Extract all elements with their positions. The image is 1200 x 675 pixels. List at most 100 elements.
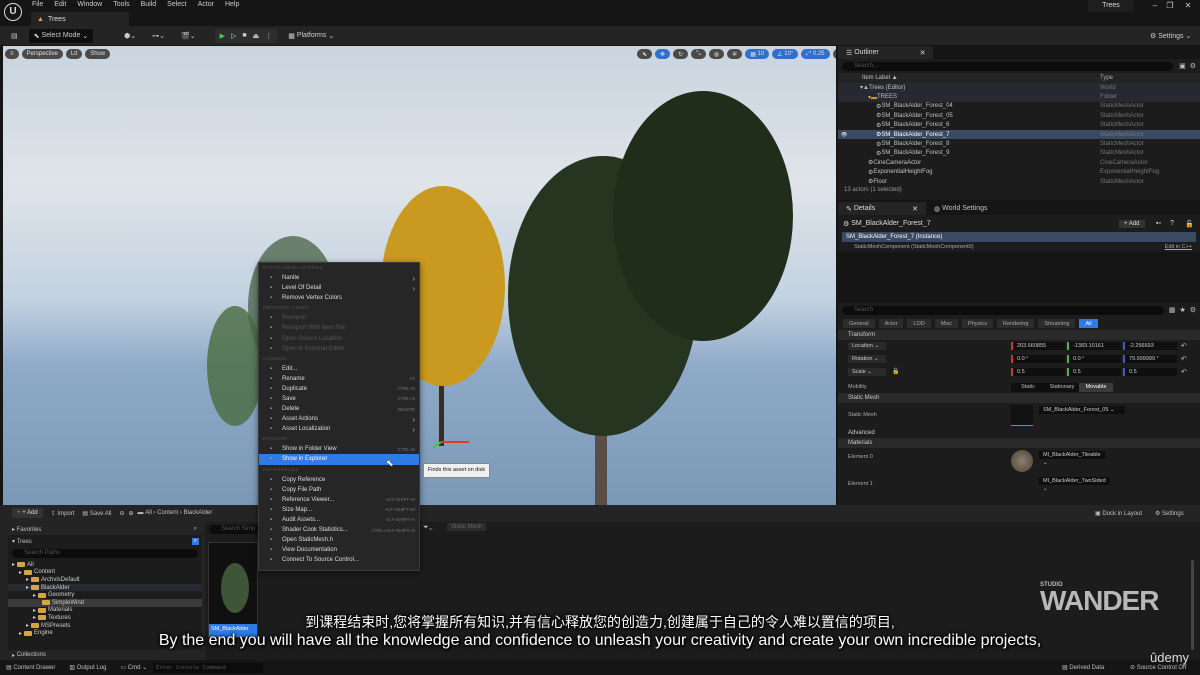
tab-details[interactable]: ✎ Details ✕: [838, 202, 927, 215]
menu-tools[interactable]: Tools: [113, 1, 129, 8]
material-picker-1[interactable]: MI_BlackAlder_TwoSided ⌄: [1039, 477, 1110, 492]
expand-arrow-icon[interactable]: ▸: [26, 584, 29, 591]
menu-item-save[interactable]: ▪ Save CTRL+S: [259, 394, 419, 404]
output-log-button[interactable]: ▥ Output Log: [69, 664, 106, 671]
world-local-icon[interactable]: ◍: [708, 49, 725, 59]
tab-outliner[interactable]: ☰ Outliner ✕: [838, 46, 934, 59]
menu-item-edit[interactable]: ▪ Edit...: [259, 364, 419, 374]
console-input[interactable]: Enter Console Command: [153, 662, 264, 673]
visibility-eye-icon[interactable]: 👁: [841, 132, 847, 138]
static-mesh-thumbnail[interactable]: [1011, 405, 1033, 426]
source-control-button[interactable]: ⊘ Source Control Off: [1130, 664, 1186, 671]
category-streaming[interactable]: Streaming: [1038, 319, 1076, 328]
content-drawer-button[interactable]: ▤ Content Drawer: [6, 664, 55, 671]
rotation-dropdown[interactable]: Rotation ⌄: [848, 355, 886, 363]
menu-item-rename[interactable]: ▪ Rename F2: [259, 374, 419, 384]
location-x-field[interactable]: 203.660855: [1011, 342, 1065, 350]
viewport-menu-button[interactable]: ≡: [5, 49, 19, 59]
favorites-section[interactable]: ▸ Favorites ⌕: [8, 524, 202, 535]
static-mesh-picker[interactable]: SM_BlackAlder_Forest_05 ⌄: [1039, 406, 1125, 414]
menu-item-copy-file-path[interactable]: ▪ Copy File Path: [259, 485, 419, 495]
forward-icon[interactable]: ⊕: [128, 510, 133, 517]
settings-icon[interactable]: ⚙: [1190, 306, 1196, 314]
folder-tree-item[interactable]: SimpleWind: [8, 598, 202, 607]
category-misc[interactable]: Misc: [934, 319, 959, 328]
angle-snap-button[interactable]: ∠ 10°: [772, 49, 799, 59]
menu-item-remove-vertex-colors[interactable]: ▪ Remove Vertex Colors: [259, 293, 419, 303]
menu-window[interactable]: Window: [77, 1, 102, 8]
search-icon[interactable]: ⌕: [194, 526, 197, 533]
add-folder-icon[interactable]: ▣: [1179, 62, 1186, 70]
col-item-label[interactable]: Item Label ▲: [862, 75, 898, 81]
category-physics[interactable]: Physics: [962, 319, 993, 328]
eject-icon[interactable]: ⏏: [253, 32, 260, 40]
save-all-button[interactable]: ▤ Save All: [82, 510, 111, 517]
select-mode-dropdown[interactable]: ⬉ Select Mode ⌄: [28, 28, 94, 43]
folder-tree-item[interactable]: ▸ ArchvisDefault: [8, 576, 202, 584]
component-instance[interactable]: SM_BlackAlder_Forest_7 (Instance): [842, 232, 1196, 242]
platforms-dropdown[interactable]: ▦ Platforms ⌄: [283, 29, 339, 43]
add-actor-icon[interactable]: ⬢⌄: [119, 29, 141, 43]
grid-snap-button[interactable]: ▦ 10: [745, 49, 770, 59]
mobility-movable[interactable]: Movable: [1079, 383, 1113, 392]
menu-build[interactable]: Build: [141, 1, 157, 8]
mobility-static[interactable]: Static: [1011, 383, 1045, 392]
translate-tool-icon[interactable]: ✥: [655, 49, 671, 59]
location-dropdown[interactable]: Location ⌄: [848, 342, 886, 350]
section-advanced[interactable]: Advanced: [838, 428, 1200, 438]
scale-y-field[interactable]: 0.5: [1067, 368, 1121, 376]
more-icon[interactable]: ⋮: [265, 32, 272, 40]
outliner-row[interactable]: ▾▲ Trees (Editor) World: [838, 83, 1200, 93]
menu-item-asset-localization[interactable]: ▪ Asset Localization ›: [259, 424, 419, 434]
outliner-row[interactable]: ⚙ SM_BlackAlder_Forest_6 StaticMeshActor: [838, 121, 1200, 130]
search-paths-input[interactable]: Search Paths: [12, 549, 198, 558]
cmd-dropdown[interactable]: ▭ Cmd ⌄: [120, 664, 147, 671]
blueprint-icon[interactable]: ▪▫: [1156, 220, 1161, 227]
settings-button[interactable]: ⚙ Settings: [1155, 510, 1184, 517]
menu-help[interactable]: Help: [225, 1, 239, 8]
category-all[interactable]: All: [1079, 319, 1098, 328]
scale-dropdown[interactable]: Scale ⌄: [848, 368, 886, 376]
outliner-row[interactable]: ⚙ Floor StaticMeshActor: [838, 177, 1200, 186]
menu-item-delete[interactable]: ▪ Delete DELETE: [259, 404, 419, 414]
search-icon[interactable]: ⌕: [191, 538, 199, 545]
category-rendering[interactable]: Rendering: [997, 319, 1035, 328]
grid-view-icon[interactable]: ▦: [1169, 306, 1176, 314]
close-button[interactable]: ✕: [1181, 1, 1195, 13]
menu-item-connect-to-source-control[interactable]: ▪ Connect To Source Control...: [259, 555, 419, 565]
menu-item-audit-assets[interactable]: ▪ Audit Assets... ALT+SHIFT+A: [259, 515, 419, 525]
folder-tree-item[interactable]: ▸ Geometry: [8, 591, 202, 599]
expand-arrow-icon[interactable]: ▸: [33, 592, 36, 599]
menu-item-shader-cook-statistics[interactable]: ▪ Shader Cook Statistics... CTRL+ALT+SHIFT…: [259, 525, 419, 535]
menu-select[interactable]: Select: [167, 1, 186, 8]
outliner-row[interactable]: ⚙ SM_BlackAlder_Forest_04 StaticMeshActor: [838, 102, 1200, 111]
breadcrumb-blackalder[interactable]: BlackAlder: [184, 510, 213, 516]
menu-item-open-staticmesh-h[interactable]: ▪ Open StaticMesh.h: [259, 535, 419, 545]
lock-icon[interactable]: 🔓: [892, 368, 899, 375]
material-thumbnail[interactable]: [1011, 450, 1033, 472]
menu-item-view-documentation[interactable]: ▪ View Documentation: [259, 545, 419, 555]
menu-item-nanite[interactable]: ▪ Nanite ›: [259, 273, 419, 283]
import-button[interactable]: ⇪ Import: [51, 510, 75, 517]
menu-item-reference-viewer[interactable]: ▪ Reference Viewer... ALT+SHIFT+R: [259, 495, 419, 505]
menu-item-show-in-folder-view[interactable]: ▪ Show in Folder View CTRL+B: [259, 444, 419, 454]
material-picker-0[interactable]: MI_BlackAlder_Tileable ⌄: [1039, 451, 1105, 466]
dock-in-layout-button[interactable]: ▣ Dock in Layout: [1095, 510, 1142, 517]
section-materials[interactable]: Materials: [838, 438, 1200, 448]
minimize-button[interactable]: –: [1148, 1, 1162, 13]
asset-search-input[interactable]: Search Simp: [209, 525, 259, 534]
outliner-row[interactable]: ⚙ SM_BlackAlder_Forest_05 StaticMeshActor: [838, 111, 1200, 120]
rotation-x-field[interactable]: 0.0 °: [1011, 355, 1065, 363]
breadcrumb-all[interactable]: All: [145, 510, 152, 516]
lit-button[interactable]: Lit: [65, 49, 83, 59]
surface-snap-icon[interactable]: ✲: [727, 49, 743, 59]
folder-tree-item[interactable]: ▸ Content: [8, 569, 202, 577]
derived-data-button[interactable]: ▤ Derived Data: [1062, 664, 1104, 671]
back-icon[interactable]: ⊖: [119, 510, 124, 517]
category-lod[interactable]: LOD: [907, 319, 931, 328]
trees-section[interactable]: ▾ Trees ⌕: [8, 535, 202, 548]
camera-speed-button[interactable]: ▭ 4: [832, 49, 836, 59]
breadcrumb-content[interactable]: Content: [157, 510, 178, 516]
settings-dropdown[interactable]: ⚙ Settings ⌄: [1145, 29, 1196, 43]
section-transform[interactable]: Transform: [838, 330, 1200, 340]
